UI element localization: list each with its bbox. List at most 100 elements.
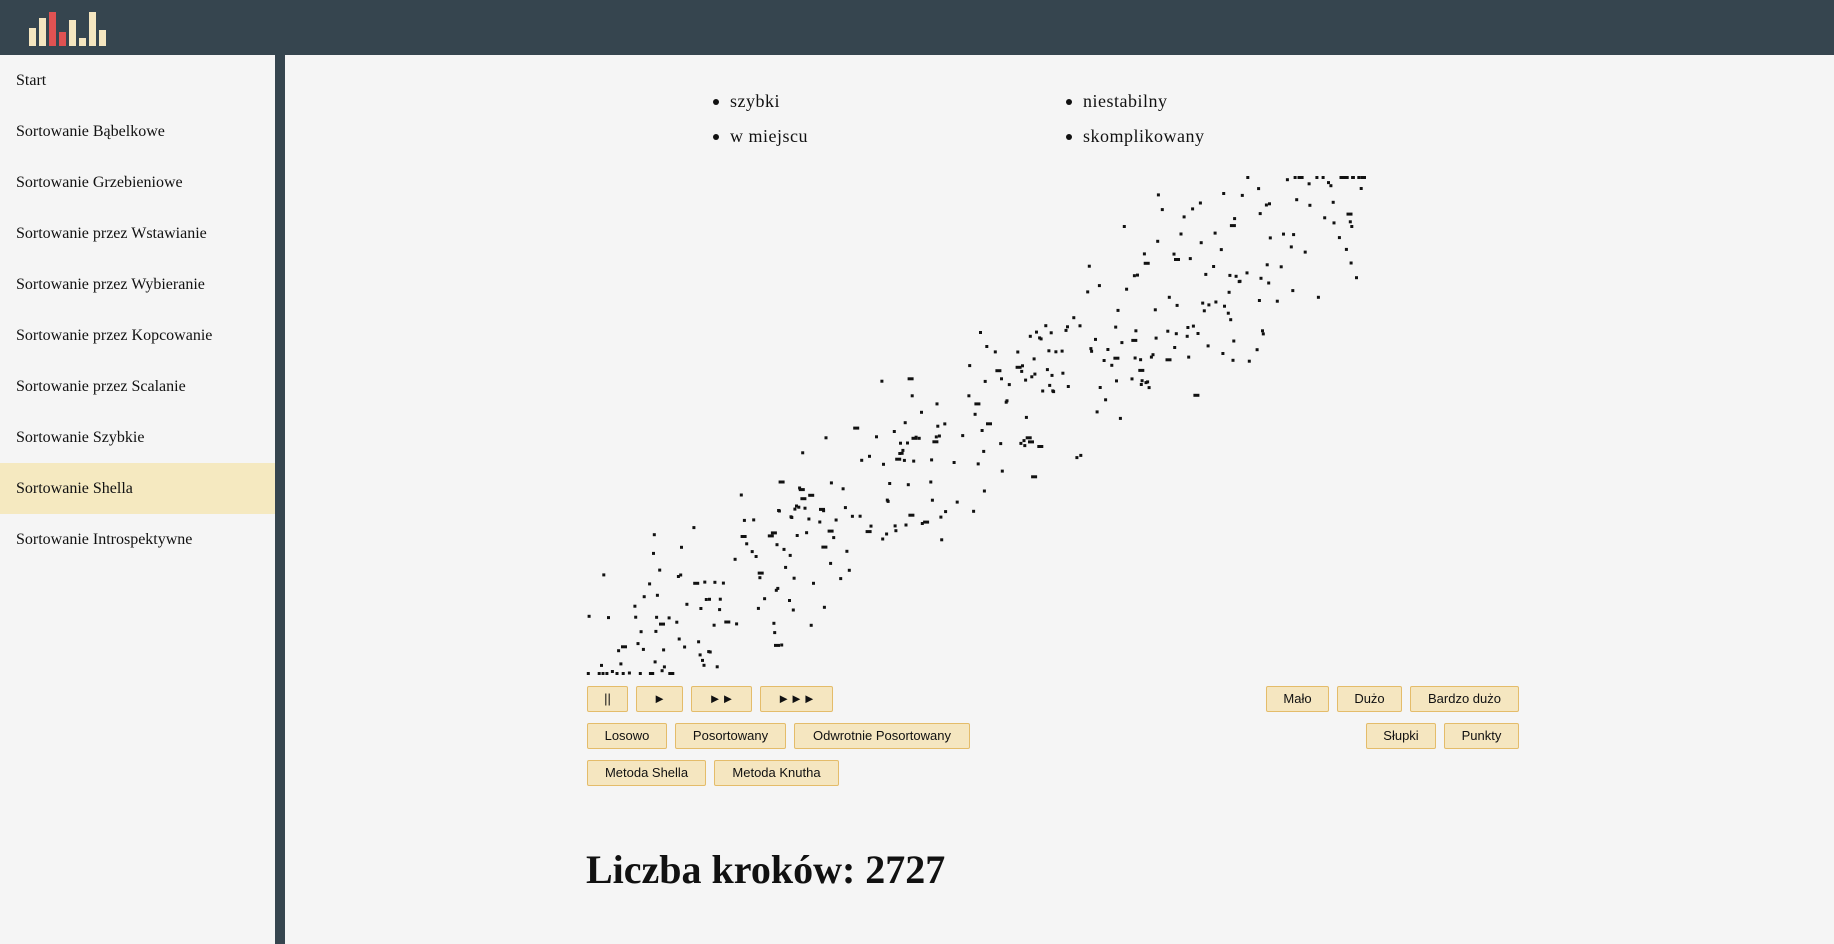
array-point	[902, 458, 906, 462]
array-point	[1201, 301, 1205, 305]
view-points-button[interactable]: Punkty	[1444, 723, 1519, 749]
logo-bar	[69, 20, 76, 46]
array-point	[1212, 265, 1216, 268]
array-point	[1165, 358, 1172, 362]
sidebar-item-comb-sort[interactable]: Sortowanie Grzebieniowe	[0, 157, 275, 208]
sorting-visualization	[586, 176, 1366, 675]
array-point	[1292, 233, 1296, 237]
array-point	[658, 568, 662, 572]
array-point	[660, 669, 664, 673]
sidebar-item-selection-sort[interactable]: Sortowanie przez Wybieranie	[0, 259, 275, 310]
array-point	[1000, 377, 1003, 381]
order-reversed-button[interactable]: Odwrotnie Posortowany	[794, 723, 970, 749]
play-medium-button[interactable]: ►►	[691, 686, 752, 712]
array-point	[602, 573, 606, 577]
array-point	[1282, 232, 1285, 236]
array-point	[1295, 198, 1299, 202]
array-point	[895, 457, 902, 461]
array-point	[824, 436, 828, 440]
sidebar-divider	[275, 55, 285, 944]
array-point	[621, 645, 627, 649]
array-point	[615, 672, 619, 675]
array-point	[1275, 299, 1279, 303]
array-point	[1316, 295, 1320, 299]
array-point	[1234, 274, 1238, 278]
sidebar-item-insertion-sort[interactable]: Sortowanie przez Wstawianie	[0, 208, 275, 259]
array-point	[1186, 326, 1190, 329]
order-random-button[interactable]: Losowo	[587, 723, 667, 749]
sidebar-item-intro-sort[interactable]: Sortowanie Introspektywne	[0, 514, 275, 565]
array-point	[1049, 331, 1053, 335]
array-point	[845, 549, 849, 553]
array-point	[967, 394, 971, 398]
array-point	[1359, 187, 1363, 190]
array-point	[1233, 217, 1237, 221]
array-point	[809, 623, 813, 627]
array-point	[756, 606, 760, 610]
array-point	[655, 593, 659, 597]
array-point	[1196, 332, 1200, 335]
array-point	[1257, 187, 1261, 191]
array-point	[683, 645, 687, 649]
sidebar-item-shell-sort[interactable]: Sortowanie Shella	[0, 463, 275, 514]
shell-method-button[interactable]: Metoda Shella	[587, 760, 706, 786]
array-point	[639, 630, 643, 634]
array-point	[881, 537, 885, 541]
sidebar-item-bubble-sort[interactable]: Sortowanie Bąbelkowe	[0, 106, 275, 157]
array-point	[1030, 375, 1034, 379]
array-point	[1000, 469, 1004, 473]
array-point	[955, 500, 959, 504]
sidebar-item-heap-sort[interactable]: Sortowanie przez Kopcowanie	[0, 310, 275, 361]
array-point	[1193, 393, 1200, 397]
size-very-large-button[interactable]: Bardzo dużo	[1410, 686, 1519, 712]
array-point	[607, 616, 610, 620]
sidebar-item-merge-sort[interactable]: Sortowanie przez Scalanie	[0, 361, 275, 412]
array-point	[1146, 380, 1150, 384]
order-sorted-button[interactable]: Posortowany	[675, 723, 786, 749]
array-point	[692, 526, 696, 530]
array-point	[885, 532, 889, 536]
array-point	[900, 451, 904, 455]
array-point	[1238, 279, 1242, 283]
pause-button[interactable]: ||	[587, 686, 628, 712]
array-point	[1265, 263, 1269, 267]
array-point	[1289, 245, 1293, 249]
array-point	[788, 599, 791, 602]
array-point	[1052, 390, 1056, 394]
play-fast-button[interactable]: ►►►	[760, 686, 833, 712]
array-point	[767, 534, 774, 538]
array-point	[930, 498, 934, 502]
array-point	[1160, 208, 1164, 212]
array-point	[1348, 220, 1352, 224]
array-point	[1125, 287, 1129, 291]
sidebar: Start Sortowanie Bąbelkowe Sortowanie Gr…	[0, 55, 275, 944]
array-point	[742, 518, 746, 522]
knuth-method-button[interactable]: Metoda Knutha	[714, 760, 839, 786]
array-point	[605, 672, 609, 675]
array-point	[1087, 264, 1091, 268]
sidebar-item-quick-sort[interactable]: Sortowanie Szybkie	[0, 412, 275, 463]
array-point	[886, 499, 890, 503]
array-point	[1344, 247, 1348, 251]
view-bars-button[interactable]: Słupki	[1366, 723, 1436, 749]
array-point	[784, 565, 788, 569]
array-point	[1060, 349, 1064, 353]
array-point	[636, 642, 640, 646]
bar-chart-logo-icon[interactable]	[29, 10, 109, 46]
size-large-button[interactable]: Dużo	[1337, 686, 1402, 712]
array-point	[1072, 316, 1076, 320]
array-point	[892, 430, 896, 433]
array-point	[619, 662, 623, 666]
array-point	[699, 607, 703, 610]
array-point	[697, 640, 701, 644]
array-point	[1064, 328, 1068, 332]
array-point	[1307, 182, 1311, 186]
play-slow-button[interactable]: ►	[636, 686, 683, 712]
array-point	[908, 513, 915, 517]
array-point	[917, 436, 921, 440]
properties-list-left: szybki w miejscu	[713, 86, 808, 156]
array-point	[882, 462, 885, 466]
sidebar-item-start[interactable]: Start	[0, 55, 275, 106]
size-small-button[interactable]: Mało	[1266, 686, 1329, 712]
array-point	[693, 581, 700, 585]
